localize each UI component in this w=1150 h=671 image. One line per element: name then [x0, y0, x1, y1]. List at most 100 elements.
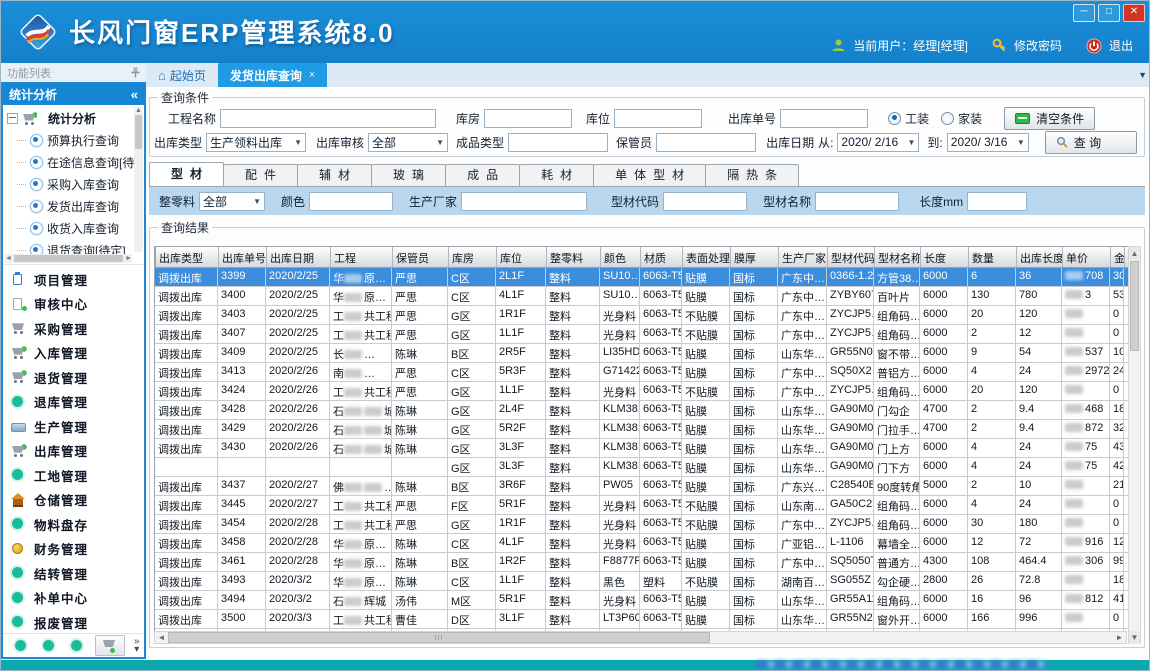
scroll-right-icon[interactable]: ► [1113, 633, 1126, 642]
more-button[interactable]: »▾ [134, 638, 140, 654]
color-input[interactable] [309, 192, 393, 211]
tab-close-icon[interactable]: × [309, 69, 315, 81]
column-header[interactable]: 颜色 [601, 247, 641, 267]
tree-item[interactable]: 在途信息查询[待 [7, 151, 132, 173]
table-row[interactable]: 调拨出库34282020/2/26石城陈琳G区2L4F整料KLM38176063… [155, 401, 1128, 420]
column-header[interactable]: 表面处理 [683, 247, 731, 267]
manufacturer-input[interactable] [461, 192, 587, 211]
column-header[interactable]: 库房 [449, 247, 497, 267]
search-button[interactable]: 查 询 [1045, 131, 1137, 154]
column-header[interactable]: 整零料 [547, 247, 601, 267]
clear-conditions-button[interactable]: 清空条件 [1004, 107, 1095, 130]
section-header[interactable]: 统计分析 « [3, 84, 144, 105]
column-header[interactable]: 出库日期 [267, 247, 331, 267]
table-row[interactable]: 调拨出库34072020/2/25工共工程严思G区1L1F整料光身料6063-T… [155, 325, 1128, 344]
tree-item[interactable]: 发货出库查询 [7, 195, 132, 217]
column-header[interactable]: 膜厚 [731, 247, 779, 267]
table-horizontal-scrollbar[interactable]: ◄ ► [154, 631, 1127, 644]
table-row[interactable]: 调拨出库34132020/2/26南…严思C区5R3F整料G714226063-… [155, 363, 1128, 382]
material-tab-glass[interactable]: 玻璃 [371, 164, 446, 186]
out-audit-select[interactable]: 全部▼ [368, 133, 448, 152]
table-row[interactable]: 调拨出库34452020/2/27工共工程严思F区5R1F整料光身料6063-T… [155, 496, 1128, 515]
sidebar-item-supplement-center[interactable]: 补单中心 [3, 586, 144, 611]
column-header[interactable]: 型材代码 [828, 247, 875, 267]
tabstrip-dropdown-icon[interactable]: ▼ [1138, 70, 1147, 80]
warehouse-input[interactable] [484, 109, 572, 128]
table-row[interactable]: 调拨出库34582020/2/28华原…陈琳C区4L1F整料光身料6063-T5… [155, 534, 1128, 553]
sidebar-item-scrap-mgmt[interactable]: 报废管理 [3, 610, 144, 633]
column-header[interactable]: 单价 [1063, 247, 1111, 267]
date-from-picker[interactable]: 2020/ 2/16▼ [837, 133, 919, 152]
hscroll-thumb[interactable] [168, 632, 710, 643]
table-row[interactable]: 调拨出库34242020/2/26工共工程严思G区1L1F整料光身料6063-T… [155, 382, 1128, 401]
table-row[interactable]: 调拨出库34942020/3/2石辉城汤伟M区5R1F整料光身料6063-T5贴… [155, 591, 1128, 610]
table-row[interactable]: 调拨出库34612020/2/28华原…陈琳B区1R2F整料F8877FT606… [155, 553, 1128, 572]
column-header[interactable]: 保管员 [393, 247, 449, 267]
tree-item[interactable]: 收货入库查询 [7, 217, 132, 239]
radio-gongzhuang[interactable] [888, 112, 901, 125]
sidebar-item-finance-mgmt[interactable]: 财务管理 [3, 537, 144, 562]
scroll-down-icon[interactable]: ▼ [1129, 631, 1140, 644]
column-header[interactable]: 数量 [969, 247, 1017, 267]
zhengling-select[interactable]: 全部▼ [199, 192, 265, 211]
tab-shipment-outbound-query[interactable]: 发货出库查询 × [218, 63, 327, 87]
column-header[interactable]: 生产厂家 [779, 247, 828, 267]
column-header[interactable]: 出库单号 [219, 247, 267, 267]
radio-jiazhuang[interactable] [941, 112, 954, 125]
sidebar-item-warehouse-mgmt[interactable]: 仓储管理 [3, 488, 144, 513]
material-tab-consumable[interactable]: 耗材 [519, 164, 594, 186]
column-header[interactable]: 型材名称 [875, 247, 921, 267]
sidebar-item-audit-center[interactable]: 审核中心 [3, 292, 144, 317]
out-type-select[interactable]: 生产领料出库▼ [206, 133, 306, 152]
close-button[interactable]: ✕ [1123, 4, 1145, 22]
dot-icon[interactable] [43, 640, 54, 651]
keeper-input[interactable] [656, 133, 756, 152]
tree-vertical-scrollbar[interactable]: ▲ [134, 107, 143, 252]
minimize-button[interactable]: ─ [1073, 4, 1095, 22]
material-tab-auxiliary[interactable]: 辅材 [297, 164, 372, 186]
cart-button[interactable] [95, 635, 125, 656]
product-type-input[interactable] [508, 133, 608, 152]
table-row[interactable]: 调拨出库34372020/2/27佛…陈琳B区3R6F整料PW056063-T5… [155, 477, 1128, 496]
sidebar-item-outbound-mgmt[interactable]: 出库管理 [3, 439, 144, 464]
logout-link[interactable]: 退出 [1109, 37, 1133, 54]
sidebar-item-return-goods-mgmt[interactable]: 退货管理 [3, 365, 144, 390]
table-row[interactable]: 调拨出库34292020/2/26石城陈琳G区5R2F整料KLM38176063… [155, 420, 1128, 439]
project-name-input[interactable] [220, 109, 436, 128]
sidebar-item-return-warehouse-mgmt[interactable]: 退库管理 [3, 390, 144, 415]
dot-icon[interactable] [15, 640, 26, 651]
table-row[interactable]: 调拨出库34932020/3/2华原…陈琳C区1L1F整料黑色塑料不贴膜国标湖南… [155, 572, 1128, 591]
tree-root[interactable]: 统计分析 [7, 108, 132, 129]
maximize-button[interactable]: □ [1098, 4, 1120, 22]
column-header[interactable]: 出库类型 [156, 247, 219, 267]
date-to-picker[interactable]: 2020/ 3/16▼ [947, 133, 1029, 152]
tree-horizontal-scrollbar[interactable]: ◄► [5, 254, 132, 263]
order-no-input[interactable] [780, 109, 868, 128]
sidebar-item-inventory-count[interactable]: 物料盘存 [3, 512, 144, 537]
tree-item[interactable]: 采购入库查询 [7, 173, 132, 195]
material-tab-accessory[interactable]: 配件 [223, 164, 298, 186]
table-row[interactable]: 调拨出库34032020/2/25工共工程严思G区1R1F整料光身料6063-T… [155, 306, 1128, 325]
table-row[interactable]: 调拨出库35002020/3/3工共工程曹佳D区3L1F整料LT3P606063… [155, 610, 1128, 629]
collapse-expander-icon[interactable] [7, 113, 18, 124]
tab-home[interactable]: ⌂ 起始页 [146, 63, 218, 87]
profile-name-input[interactable] [815, 192, 899, 211]
table-row[interactable]: 调拨出库33992020/2/25华原…严思C区2L1F整料SU10…6063-… [155, 268, 1128, 287]
table-row[interactable]: 调拨出库34302020/2/26石城陈琳G区3L3F整料KLM38176063… [155, 439, 1128, 458]
collapse-icon[interactable]: « [131, 87, 138, 102]
material-tab-product[interactable]: 成品 [445, 164, 520, 186]
sidebar-item-project-mgmt[interactable]: 项目管理 [3, 267, 144, 292]
column-header[interactable]: 长度 [921, 247, 969, 267]
length-input[interactable] [967, 192, 1027, 211]
sidebar-item-carryover-mgmt[interactable]: 结转管理 [3, 561, 144, 586]
column-header[interactable]: 工程 [331, 247, 393, 267]
sidebar-item-site-mgmt[interactable]: 工地管理 [3, 463, 144, 488]
scroll-left-icon[interactable]: ◄ [155, 633, 168, 642]
profile-code-input[interactable] [663, 192, 747, 211]
change-password-link[interactable]: 修改密码 [1014, 37, 1062, 54]
tree-item[interactable]: 预算执行查询 [7, 129, 132, 151]
sidebar-item-production-mgmt[interactable]: 生产管理 [3, 414, 144, 439]
pin-icon[interactable] [131, 67, 140, 78]
material-tab-profile[interactable]: 型材 [149, 162, 224, 186]
material-tab-insulation-strip[interactable]: 隔热条 [705, 164, 799, 186]
